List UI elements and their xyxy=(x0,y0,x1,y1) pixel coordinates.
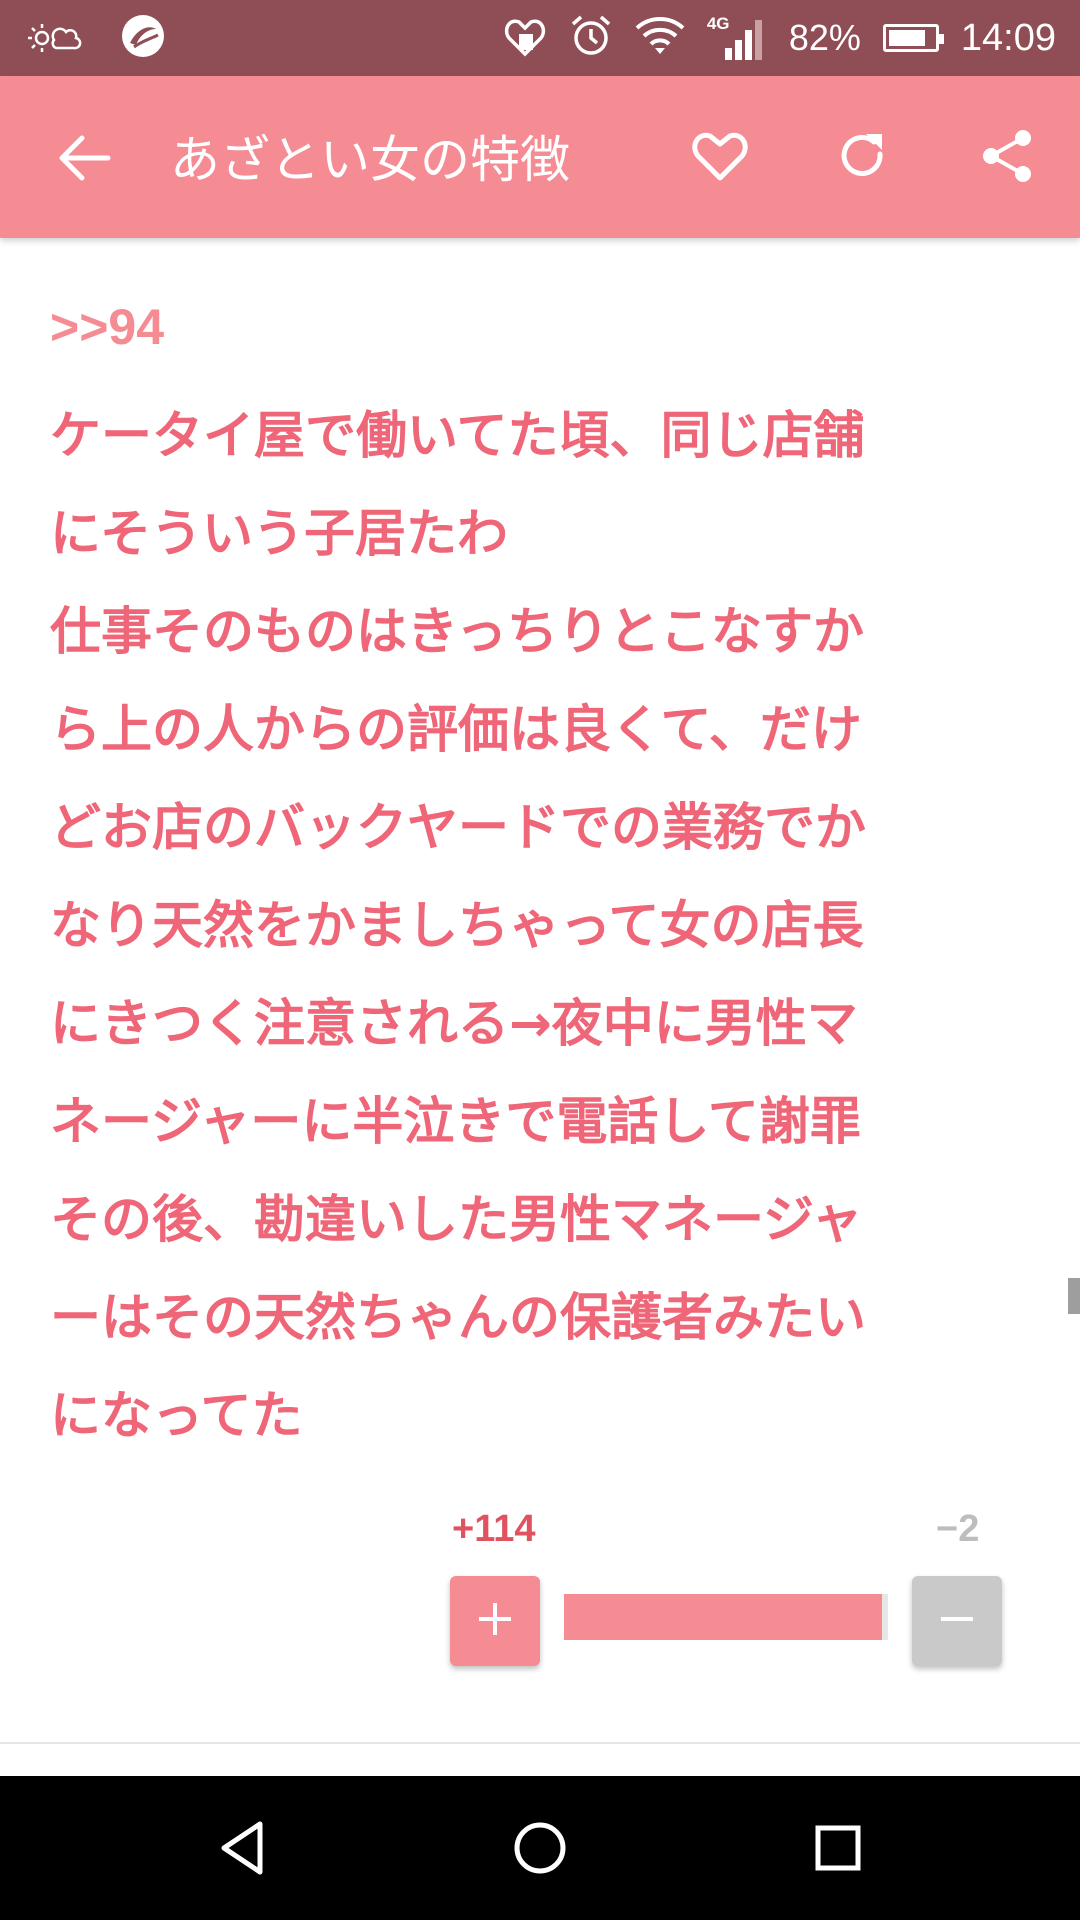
post-line: ーはその天然ちゃんの保護者みたい xyxy=(50,1289,867,1348)
minus-vote-count: −2 xyxy=(936,1508,980,1550)
plus-vote-button[interactable] xyxy=(450,1576,540,1666)
vote-ratio-bar xyxy=(564,1594,888,1640)
share-icon[interactable] xyxy=(975,124,1039,188)
nav-recents-icon[interactable] xyxy=(806,1816,870,1880)
vote-ratio-fill xyxy=(564,1594,883,1640)
app-notification-icon xyxy=(120,13,166,63)
post-line: ら上の人からの評価は良くて、だけ xyxy=(50,701,862,760)
reply-anchor-link[interactable]: >>94 xyxy=(50,298,164,356)
wifi-icon xyxy=(635,14,685,62)
nav-back-icon[interactable] xyxy=(210,1816,274,1880)
post-line: にそういう子居たわ xyxy=(50,505,508,564)
arrow-back-icon[interactable] xyxy=(52,126,116,190)
scrollbar-thumb[interactable] xyxy=(1068,1278,1080,1314)
post-line: になってた xyxy=(50,1387,303,1446)
plus-icon xyxy=(475,1599,515,1643)
refresh-icon[interactable] xyxy=(830,124,894,188)
app-bar: あざとい女の特徴 xyxy=(0,76,1080,238)
alarm-icon xyxy=(569,14,613,62)
battery-percent: 82% xyxy=(788,17,861,58)
post-body: ケータイ屋で働いてた頃、同じ店舗 にそういう子居たわ仕事そのものはきっちりとこなす… xyxy=(50,388,1030,1466)
post-line: にきつく注意される→夜中に男性マ xyxy=(50,995,858,1054)
cellular-signal-icon: 4G xyxy=(707,14,767,62)
heart-notification-icon xyxy=(503,12,547,64)
weather-icon xyxy=(28,18,84,58)
nav-home-icon[interactable] xyxy=(508,1816,572,1880)
minus-vote-button[interactable] xyxy=(912,1576,1002,1666)
post-line: その後、勘違いした男性マネージャ xyxy=(50,1191,863,1250)
post-line: ネージャーに半泣きで電話して謝罪 xyxy=(50,1093,861,1152)
page-title: あざとい女の特徴 xyxy=(170,131,570,189)
clock: 14:09 xyxy=(960,16,1056,59)
battery-level xyxy=(888,30,925,46)
battery-icon xyxy=(882,24,944,52)
divider xyxy=(0,1742,1080,1744)
minus-icon xyxy=(937,1599,977,1643)
status-bar: 4G 82% 14:09 xyxy=(0,0,1080,76)
post-line: なり天然をかましちゃって女の店長 xyxy=(50,897,864,956)
plus-vote-count: +114 xyxy=(452,1508,536,1550)
system-navigation-bar xyxy=(0,1776,1080,1920)
heart-outline-icon[interactable] xyxy=(688,124,752,188)
post-line: どお店のバックヤードでの業務でか xyxy=(50,799,867,858)
post-line: ケータイ屋で働いてた頃、同じ店舗 xyxy=(50,407,865,466)
post-line: 仕事そのものはきっちりとこなすか xyxy=(50,603,864,662)
